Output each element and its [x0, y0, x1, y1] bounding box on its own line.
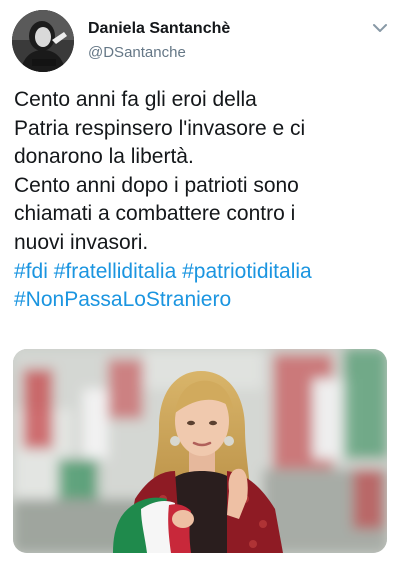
hashtag-nonpassalostraniero[interactable]: #NonPassaLoStraniero [14, 288, 231, 311]
tweet-text-line: Cento anni fa gli eroi della [14, 88, 257, 111]
hashtag-row: #NonPassaLoStraniero [14, 286, 394, 315]
hashtag-row: #fdi #fratelliditalia #patriotiditalia [14, 258, 394, 287]
avatar[interactable] [12, 10, 74, 72]
tweet-text-line: donarono la libertà. [14, 145, 194, 169]
hashtag-fratelliditalia[interactable]: #fratelliditalia [54, 260, 177, 283]
author-display-name[interactable]: Daniela Santanchè [88, 20, 230, 38]
video-frame [13, 349, 387, 553]
tweet-text: Cento anni fa gli eroi della Patria resp… [14, 86, 394, 315]
chevron-down-icon[interactable] [370, 18, 390, 38]
tweet-text-line: Cento anni dopo i patrioti sono [14, 173, 299, 197]
avatar-photo [12, 10, 74, 72]
tweet-text-line: nuovi invasori. [14, 230, 149, 254]
hashtag-patriotiditalia[interactable]: #patriotiditalia [182, 260, 312, 283]
tweet-text-line: chiamati a combattere contro i [14, 202, 296, 226]
author-handle[interactable]: @DSantanche [88, 44, 186, 61]
hashtag-fdi[interactable]: #fdi [14, 260, 48, 283]
tweet-text-line: Patria respinsero l'invasore e ci [14, 116, 306, 140]
video-thumbnail[interactable] [13, 349, 387, 553]
